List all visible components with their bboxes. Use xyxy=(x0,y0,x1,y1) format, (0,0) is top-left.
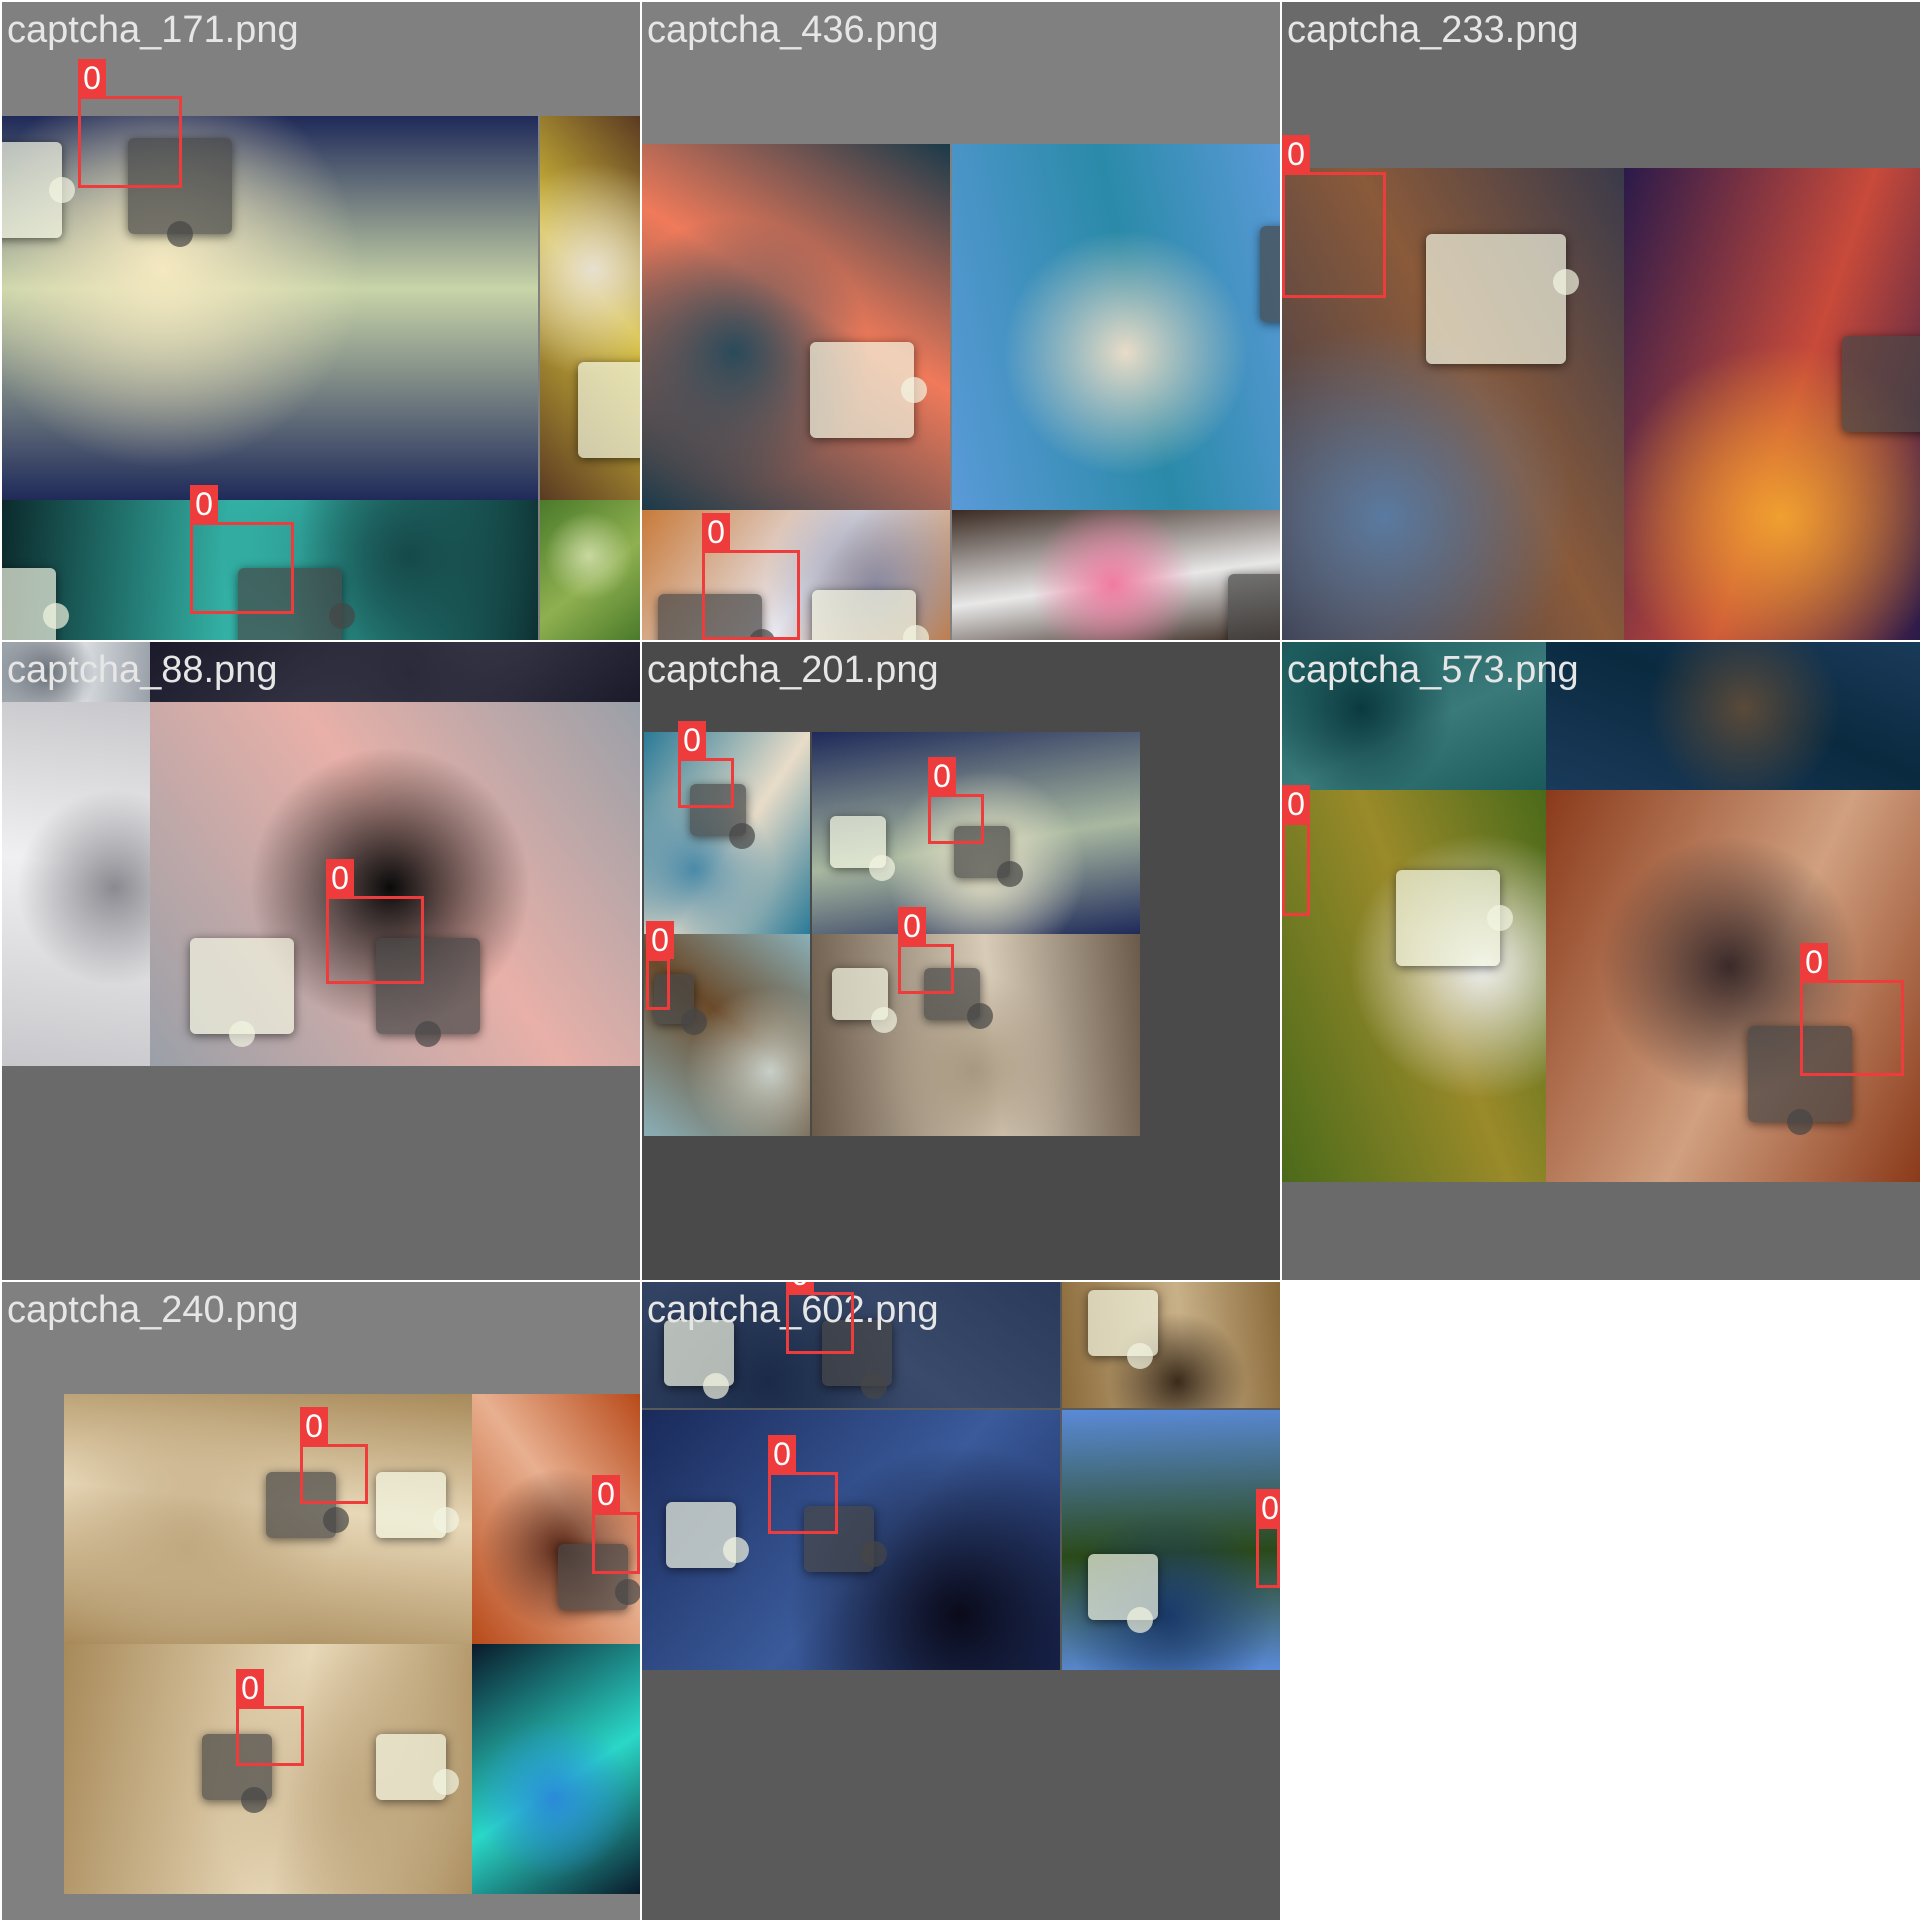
photo-beach-island xyxy=(952,144,1280,510)
detection-label: 0 xyxy=(768,1435,796,1473)
puzzle-piece-light xyxy=(376,1472,459,1538)
puzzle-piece-light xyxy=(830,816,895,881)
detection-box[interactable]: 0 xyxy=(190,485,294,614)
detection-box[interactable]: 0 xyxy=(326,859,424,984)
tile-title: captcha_240.png xyxy=(7,1289,299,1331)
tile-title: captcha_88.png xyxy=(7,649,278,691)
photo-white-house xyxy=(1282,790,1546,1182)
puzzle-piece-light xyxy=(2,142,75,238)
detection-box[interactable]: 0 xyxy=(1800,943,1904,1076)
detection-label: 0 xyxy=(300,1407,328,1445)
photo-teal-particles xyxy=(472,1644,640,1894)
puzzle-piece-light xyxy=(812,590,929,640)
detection-label: 0 xyxy=(1282,785,1310,823)
detection-label: 0 xyxy=(1800,943,1828,981)
puzzle-piece-dark xyxy=(1842,336,1920,432)
tile-title: captcha_573.png xyxy=(1287,649,1579,691)
detection-label: 0 xyxy=(1256,1489,1280,1527)
detection-box[interactable]: 0 xyxy=(678,721,734,808)
detection-label: 0 xyxy=(702,513,730,551)
puzzle-piece-light xyxy=(1396,870,1513,966)
detection-label: 0 xyxy=(236,1669,264,1707)
tile-title: captcha_233.png xyxy=(1287,9,1579,51)
detection-box[interactable]: 0 xyxy=(928,757,984,844)
detection-box[interactable]: 0 xyxy=(702,513,800,640)
detection-box[interactable]: 0 xyxy=(786,1282,854,1354)
puzzle-piece-dark xyxy=(1228,574,1280,640)
puzzle-piece-dark xyxy=(1260,226,1280,322)
tile-captcha-240[interactable]: captcha_240.png 0 0 0 xyxy=(2,1282,640,1920)
puzzle-piece-light xyxy=(1088,1290,1158,1369)
detection-label: 0 xyxy=(928,757,956,795)
photo-stormy-lake xyxy=(1546,642,1920,790)
tile-captcha-233[interactable]: captcha_233.png 0 xyxy=(1282,2,1920,640)
detection-box[interactable]: 0 xyxy=(1282,135,1386,298)
puzzle-piece-light xyxy=(1088,1554,1158,1633)
detection-box[interactable]: 0 xyxy=(646,921,674,1010)
puzzle-piece-light xyxy=(666,1502,749,1568)
puzzle-piece-light xyxy=(376,1734,459,1800)
detection-label: 0 xyxy=(786,1282,814,1293)
puzzle-piece-light xyxy=(832,968,897,1033)
detection-label: 0 xyxy=(326,859,354,897)
detection-box[interactable]: 0 xyxy=(898,907,954,994)
tile-title: captcha_171.png xyxy=(7,9,299,51)
detection-label: 0 xyxy=(1282,135,1310,173)
tile-title: captcha_201.png xyxy=(647,649,939,691)
detection-label: 0 xyxy=(190,485,218,523)
detection-box[interactable]: 0 xyxy=(236,1669,304,1766)
detection-box[interactable]: 0 xyxy=(768,1435,838,1534)
tile-captcha-88[interactable]: captcha_88.png 0 xyxy=(2,642,640,1280)
detection-box[interactable]: 0 xyxy=(300,1407,368,1504)
tile-title: captcha_436.png xyxy=(647,9,939,51)
puzzle-piece-light xyxy=(810,342,927,438)
detection-box[interactable]: 0 xyxy=(1256,1489,1280,1588)
detection-label: 0 xyxy=(646,921,674,959)
mosaic-grid: captcha_171.png 0 0 captcha_436.png 0 ca… xyxy=(0,0,1920,1920)
tile-captcha-201[interactable]: captcha_201.png 0 0 0 0 xyxy=(642,642,1280,1280)
detection-label: 0 xyxy=(78,59,106,97)
puzzle-piece-light xyxy=(1426,234,1579,364)
detection-box[interactable]: 0 xyxy=(592,1475,640,1574)
detection-label: 0 xyxy=(898,907,926,945)
photo-trees xyxy=(540,500,640,640)
tile-captcha-171[interactable]: captcha_171.png 0 0 xyxy=(2,2,640,640)
detection-label: 0 xyxy=(678,721,706,759)
detection-box[interactable]: 0 xyxy=(78,59,182,188)
puzzle-piece-light xyxy=(578,362,640,458)
detection-label: 0 xyxy=(592,1475,620,1513)
tile-captcha-602[interactable]: captcha_602.png 0 0 0 xyxy=(642,1282,1280,1920)
detection-box[interactable]: 0 xyxy=(1282,785,1310,916)
photo-misty xyxy=(2,702,150,1066)
photo-creation-hands xyxy=(812,934,1140,1136)
photo-lake-treeline xyxy=(1062,1410,1280,1670)
tile-captcha-573[interactable]: captcha_573.png 0 0 xyxy=(1282,642,1920,1280)
photo-mountain-sunset xyxy=(642,144,950,510)
tile-captcha-436[interactable]: captcha_436.png 0 xyxy=(642,2,1280,640)
puzzle-piece-light xyxy=(2,568,69,640)
puzzle-piece-light xyxy=(190,938,294,1047)
